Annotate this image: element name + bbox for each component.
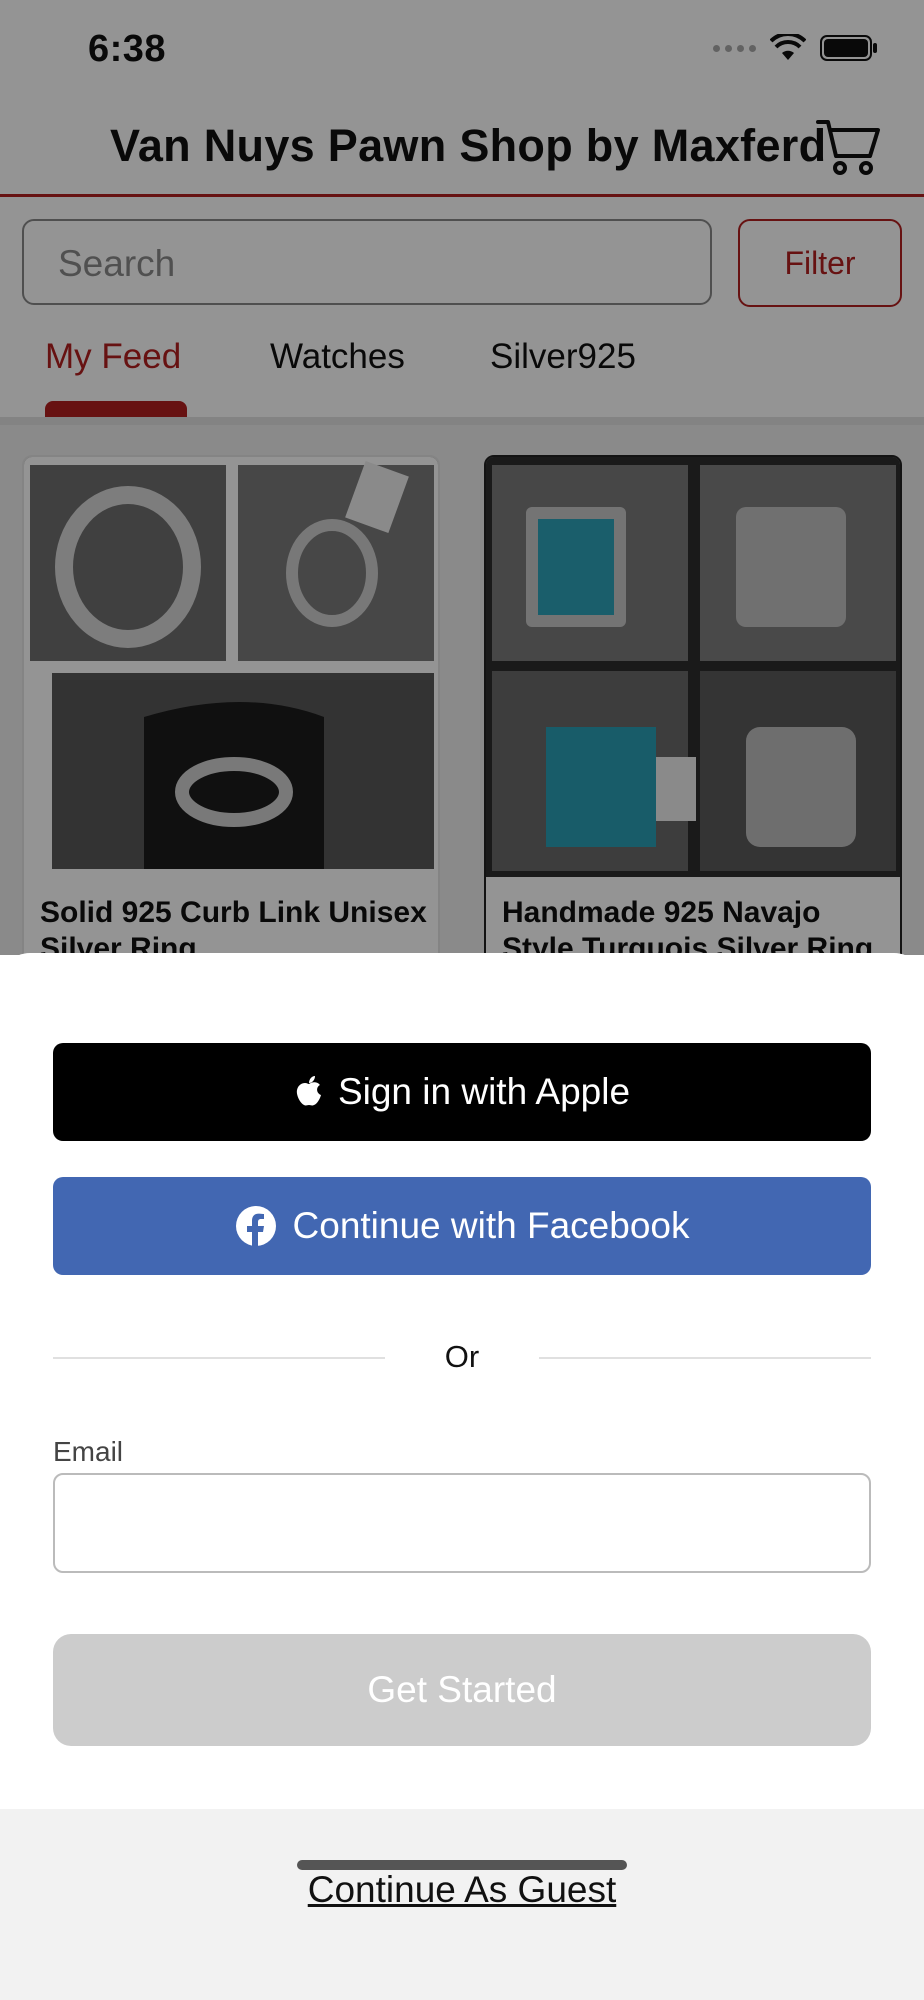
get-started-button[interactable]: Get Started [53, 1634, 871, 1746]
sign-in-with-apple-button[interactable]: Sign in with Apple [53, 1043, 871, 1141]
continue-with-facebook-button[interactable]: Continue with Facebook [53, 1177, 871, 1275]
guest-area: Continue As Guest [0, 1809, 924, 2000]
facebook-button-label: Continue with Facebook [292, 1205, 690, 1246]
modal-backdrop[interactable] [0, 0, 924, 955]
signin-sheet: Sign in with Apple Continue with Faceboo… [0, 953, 924, 2000]
email-label: Email [53, 1436, 124, 1467]
apple-icon [296, 1076, 321, 1106]
or-divider: Or [53, 1337, 871, 1377]
continue-as-guest-link[interactable]: Continue As Guest [0, 1869, 924, 1911]
email-field[interactable] [53, 1473, 871, 1573]
apple-button-label: Sign in with Apple [337, 1071, 631, 1112]
home-indicator [297, 1860, 627, 1870]
divider-line-right [539, 1357, 871, 1359]
facebook-icon [235, 1206, 276, 1247]
